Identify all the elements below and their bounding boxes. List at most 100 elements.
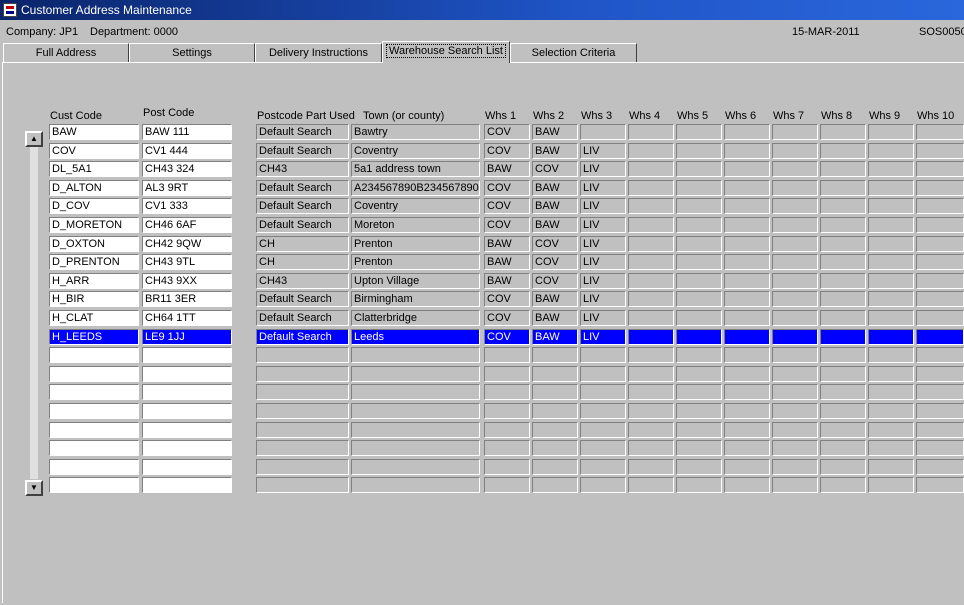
whs-3-cell[interactable]: LIV <box>580 236 626 252</box>
town-cell[interactable] <box>351 347 480 363</box>
whs-4-cell[interactable] <box>628 161 674 177</box>
town-cell[interactable]: Coventry <box>351 143 480 159</box>
whs-5-cell[interactable] <box>676 477 722 493</box>
whs-4-cell[interactable] <box>628 291 674 307</box>
whs-3-cell[interactable]: LIV <box>580 310 626 326</box>
whs-6-cell[interactable] <box>724 143 770 159</box>
whs-2-cell[interactable] <box>532 440 578 456</box>
whs-7-cell[interactable] <box>772 403 818 419</box>
post-code-cell[interactable] <box>142 366 232 382</box>
cust-code-cell[interactable]: H_ARR <box>49 273 139 289</box>
whs-8-cell[interactable] <box>820 143 866 159</box>
cust-code-cell[interactable]: DL_5A1 <box>49 161 139 177</box>
whs-9-cell[interactable] <box>868 366 914 382</box>
postcode-part-cell[interactable] <box>256 384 349 400</box>
postcode-part-cell[interactable]: CH43 <box>256 161 349 177</box>
whs-3-cell[interactable] <box>580 366 626 382</box>
town-cell[interactable]: Birmingham <box>351 291 480 307</box>
town-cell[interactable] <box>351 440 480 456</box>
arrow-up-icon[interactable]: ▲ <box>25 131 43 147</box>
whs-7-cell[interactable] <box>772 440 818 456</box>
whs-9-cell[interactable] <box>868 161 914 177</box>
whs-7-cell[interactable] <box>772 198 818 214</box>
whs-5-cell[interactable] <box>676 347 722 363</box>
whs-4-cell[interactable] <box>628 254 674 270</box>
whs-6-cell[interactable] <box>724 124 770 140</box>
whs-3-cell[interactable]: LIV <box>580 143 626 159</box>
whs-1-cell[interactable]: COV <box>484 310 530 326</box>
whs-7-cell[interactable] <box>772 384 818 400</box>
whs-6-cell[interactable] <box>724 440 770 456</box>
postcode-part-cell[interactable]: Default Search <box>256 329 349 345</box>
whs-5-cell[interactable] <box>676 291 722 307</box>
post-code-cell[interactable]: CH46 6AF <box>142 217 232 233</box>
postcode-part-cell[interactable]: Default Search <box>256 310 349 326</box>
cust-code-cell[interactable]: COV <box>49 143 139 159</box>
whs-3-cell[interactable] <box>580 477 626 493</box>
whs-6-cell[interactable] <box>724 422 770 438</box>
whs-9-cell[interactable] <box>868 180 914 196</box>
whs-4-cell[interactable] <box>628 477 674 493</box>
whs-7-cell[interactable] <box>772 124 818 140</box>
whs-10-cell[interactable] <box>916 143 964 159</box>
town-cell[interactable]: Moreton <box>351 217 480 233</box>
whs-10-cell[interactable] <box>916 273 964 289</box>
post-code-cell[interactable]: CH43 9TL <box>142 254 232 270</box>
whs-6-cell[interactable] <box>724 291 770 307</box>
whs-3-cell[interactable]: LIV <box>580 161 626 177</box>
whs-7-cell[interactable] <box>772 273 818 289</box>
whs-7-cell[interactable] <box>772 329 818 345</box>
post-code-cell[interactable]: CH43 324 <box>142 161 232 177</box>
whs-9-cell[interactable] <box>868 254 914 270</box>
whs-4-cell[interactable] <box>628 217 674 233</box>
whs-3-cell[interactable] <box>580 459 626 475</box>
whs-10-cell[interactable] <box>916 236 964 252</box>
whs-2-cell[interactable] <box>532 384 578 400</box>
whs-2-cell[interactable]: BAW <box>532 310 578 326</box>
whs-9-cell[interactable] <box>868 422 914 438</box>
town-cell[interactable] <box>351 384 480 400</box>
whs-8-cell[interactable] <box>820 124 866 140</box>
whs-5-cell[interactable] <box>676 310 722 326</box>
whs-6-cell[interactable] <box>724 477 770 493</box>
cust-code-cell[interactable]: D_COV <box>49 198 139 214</box>
whs-1-cell[interactable]: BAW <box>484 161 530 177</box>
whs-10-cell[interactable] <box>916 422 964 438</box>
whs-2-cell[interactable] <box>532 403 578 419</box>
whs-5-cell[interactable] <box>676 329 722 345</box>
whs-8-cell[interactable] <box>820 254 866 270</box>
whs-9-cell[interactable] <box>868 217 914 233</box>
postcode-part-cell[interactable]: Default Search <box>256 217 349 233</box>
whs-9-cell[interactable] <box>868 124 914 140</box>
whs-1-cell[interactable]: COV <box>484 329 530 345</box>
post-code-cell[interactable]: CH43 9XX <box>142 273 232 289</box>
postcode-part-cell[interactable] <box>256 403 349 419</box>
whs-5-cell[interactable] <box>676 254 722 270</box>
whs-6-cell[interactable] <box>724 310 770 326</box>
whs-5-cell[interactable] <box>676 161 722 177</box>
whs-6-cell[interactable] <box>724 198 770 214</box>
whs-1-cell[interactable]: COV <box>484 217 530 233</box>
whs-2-cell[interactable]: BAW <box>532 124 578 140</box>
whs-3-cell[interactable]: LIV <box>580 291 626 307</box>
cust-code-cell[interactable]: D_OXTON <box>49 236 139 252</box>
whs-8-cell[interactable] <box>820 329 866 345</box>
whs-2-cell[interactable]: BAW <box>532 198 578 214</box>
whs-5-cell[interactable] <box>676 198 722 214</box>
whs-3-cell[interactable] <box>580 347 626 363</box>
cust-code-cell[interactable] <box>49 347 139 363</box>
cust-code-cell[interactable] <box>49 440 139 456</box>
whs-10-cell[interactable] <box>916 384 964 400</box>
whs-10-cell[interactable] <box>916 310 964 326</box>
post-code-cell[interactable]: AL3 9RT <box>142 180 232 196</box>
postcode-part-cell[interactable]: Default Search <box>256 143 349 159</box>
whs-3-cell[interactable] <box>580 124 626 140</box>
whs-5-cell[interactable] <box>676 180 722 196</box>
post-code-cell[interactable]: BR11 3ER <box>142 291 232 307</box>
whs-9-cell[interactable] <box>868 329 914 345</box>
whs-5-cell[interactable] <box>676 384 722 400</box>
whs-10-cell[interactable] <box>916 254 964 270</box>
whs-7-cell[interactable] <box>772 217 818 233</box>
whs-8-cell[interactable] <box>820 291 866 307</box>
whs-5-cell[interactable] <box>676 366 722 382</box>
